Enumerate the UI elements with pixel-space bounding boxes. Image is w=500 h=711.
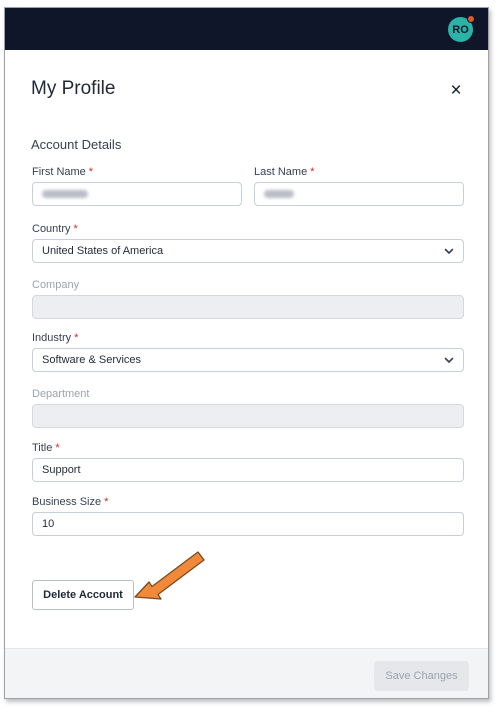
section-title: Account Details (31, 137, 122, 152)
industry-select[interactable]: Software & Services (32, 348, 464, 372)
company-label-text: Company (32, 279, 80, 291)
required-mark: * (73, 223, 78, 235)
modal-title: My Profile (31, 78, 116, 99)
close-button[interactable]: × (445, 80, 467, 102)
first-name-label: First Name * (32, 166, 93, 178)
industry-label-text: Industry (32, 332, 72, 344)
chevron-down-icon (444, 248, 454, 254)
redacted-value (42, 190, 88, 198)
industry-value: Software & Services (42, 354, 142, 366)
last-name-label-text: Last Name (254, 166, 308, 178)
country-label-text: Country (32, 223, 71, 235)
modal-footer: Save Changes (5, 648, 488, 698)
business-size-label-text: Business Size (32, 496, 102, 508)
title-input[interactable]: Support (32, 458, 464, 482)
department-label-text: Department (32, 388, 90, 400)
business-size-value: 10 (42, 518, 55, 530)
required-mark: * (74, 332, 79, 344)
first-name-label-text: First Name (32, 166, 86, 178)
last-name-input[interactable] (254, 182, 464, 206)
country-select[interactable]: United States of America (32, 239, 464, 263)
last-name-label: Last Name * (254, 166, 314, 178)
notification-dot (467, 15, 475, 23)
required-mark: * (88, 166, 94, 178)
redacted-value (264, 190, 294, 198)
country-value: United States of America (42, 245, 164, 257)
delete-account-button[interactable]: Delete Account (32, 580, 134, 610)
profile-window: RO My Profile × Account Details First Na… (4, 7, 489, 699)
chevron-down-icon (444, 357, 454, 363)
country-label: Country * (32, 223, 78, 235)
company-input (32, 295, 464, 319)
title-label: Title * (32, 442, 60, 454)
top-navigation-bar: RO (5, 8, 488, 50)
title-value: Support (42, 464, 81, 476)
department-label: Department (32, 388, 89, 400)
required-mark: * (104, 496, 109, 508)
required-mark: * (55, 442, 60, 454)
business-size-label: Business Size * (32, 496, 108, 508)
required-mark: * (310, 166, 315, 178)
industry-label: Industry * (32, 332, 78, 344)
title-label-text: Title (32, 442, 53, 454)
save-changes-button[interactable]: Save Changes (374, 661, 469, 691)
callout-arrow-icon (134, 551, 205, 600)
first-name-input[interactable] (32, 182, 242, 206)
department-input (32, 404, 464, 428)
business-size-input[interactable]: 10 (32, 512, 464, 536)
company-label: Company (32, 279, 79, 291)
